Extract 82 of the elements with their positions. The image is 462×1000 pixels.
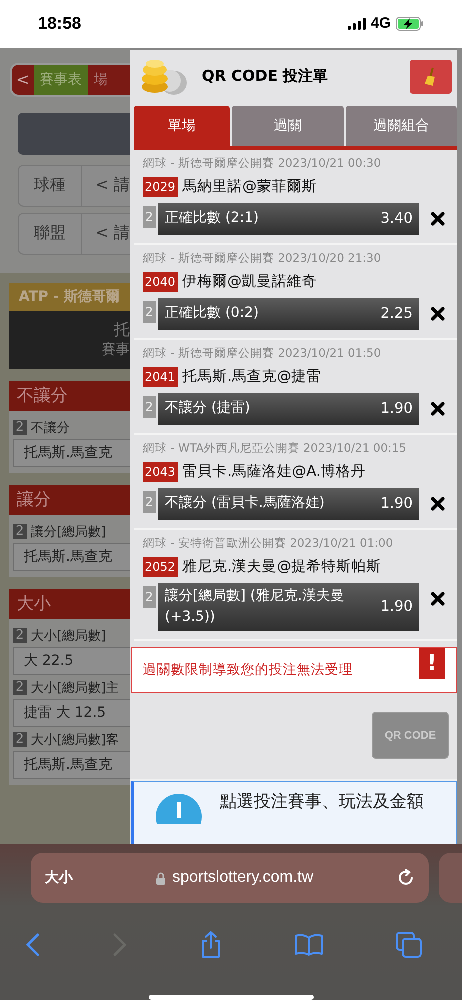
signal-icon xyxy=(348,18,366,30)
match-info: 網球 - 安特衛普歐洲公開賽 2023/10/21 01:00 xyxy=(143,535,394,552)
reload-icon[interactable] xyxy=(397,869,415,887)
share-icon[interactable] xyxy=(200,931,222,959)
number-tag: 2 xyxy=(143,300,156,323)
option-button[interactable]: 托馬斯.馬查克 xyxy=(13,542,130,571)
market-header: 大小 xyxy=(9,588,130,619)
info-icon xyxy=(156,794,202,824)
selection-label: 正確比數 (2:1) xyxy=(165,209,259,228)
number-tag: 2 xyxy=(13,732,27,748)
number-tag: 2 xyxy=(13,680,27,696)
selection-label: 正確比數 (0:2) xyxy=(165,304,259,324)
filter-select[interactable]: 球種 < 請 xyxy=(18,164,130,207)
battery-charging-icon xyxy=(396,16,424,31)
text-size-button[interactable]: 大小 xyxy=(45,869,73,887)
match-name: 托馬斯.馬查克@捷雷 xyxy=(182,368,322,386)
match-info: 網球 - WTA外西凡尼亞公開賽 2023/10/21 00:15 xyxy=(143,440,408,458)
match-code-badge: 2040 xyxy=(143,272,178,292)
status-time: 18:58 xyxy=(38,14,82,34)
close-icon[interactable] xyxy=(431,306,445,321)
match-name: 雅尼克.漢夫曼@提希特斯帕斯 xyxy=(182,558,382,576)
odds-value: 1.90 xyxy=(380,598,413,615)
bet-type-tab[interactable]: 過關 xyxy=(232,106,344,146)
match-info: 網球 - 斯德哥爾摩公開賽 2023/10/21 00:30 xyxy=(143,155,382,172)
url-text: sportslottery.com.tw xyxy=(172,869,314,887)
match-info: 網球 - 斯德哥爾摩公開賽 2023/10/20 21:30 xyxy=(143,250,382,268)
match-code-badge: 2052 xyxy=(143,556,178,577)
option-button[interactable]: 托馬斯.馬查克 xyxy=(13,438,130,467)
option-label: 不讓分 xyxy=(31,420,70,437)
bet-type-tab[interactable]: 過關組合 xyxy=(346,106,457,146)
error-badge: ! xyxy=(419,648,445,679)
match-name: 雷貝卡.馬薩洛娃@A.博格丹 xyxy=(182,463,366,482)
option-label: 大小[總局數]主 xyxy=(31,680,120,697)
number-tag: 2 xyxy=(143,586,156,608)
match-name: 伊梅爾@凱曼諾維奇 xyxy=(182,273,318,292)
option-label: 大小[總局數]客 xyxy=(31,732,120,749)
number-tag: 2 xyxy=(143,396,156,418)
selection-label: 不讓分 (捷雷) xyxy=(165,399,250,418)
number-tag: 2 xyxy=(143,206,156,228)
option-label: 大小[總局數] xyxy=(31,628,106,645)
number-tag: 2 xyxy=(143,490,156,513)
number-tag: 2 xyxy=(13,420,27,436)
bet-type-tab[interactable]: 單場 xyxy=(134,106,230,146)
match-code-badge: 2029 xyxy=(143,176,178,197)
odds-value: 1.90 xyxy=(380,400,413,417)
close-icon[interactable] xyxy=(431,496,445,511)
close-icon[interactable] xyxy=(431,402,445,416)
option-button[interactable]: 托馬斯.馬查克 xyxy=(13,750,130,779)
back-tab[interactable]: < xyxy=(12,64,34,95)
address-bar[interactable]: 大小 sportslottery.com.tw xyxy=(31,853,429,903)
close-icon[interactable] xyxy=(431,592,445,606)
number-tag: 2 xyxy=(13,628,27,644)
option-button[interactable]: 捷雷 大 12.5 xyxy=(13,698,130,727)
selection-label: 讓分[總局數] (雅尼克.漢夫曼 (+3.5)) xyxy=(165,586,346,627)
odds-value: 3.40 xyxy=(380,210,413,227)
odds-value: 1.90 xyxy=(380,496,413,512)
back-icon[interactable] xyxy=(26,933,40,957)
bookmarks-icon[interactable] xyxy=(295,934,323,956)
close-icon[interactable] xyxy=(431,212,445,226)
event-text: 托 xyxy=(114,320,130,342)
odds-value: 2.25 xyxy=(380,306,413,322)
tabs-icon[interactable] xyxy=(396,932,422,958)
number-tag: 2 xyxy=(13,524,27,540)
match-info: 網球 - 斯德哥爾摩公開賽 2023/10/21 01:50 xyxy=(143,345,382,362)
option-button[interactable]: 大 22.5 xyxy=(13,646,130,675)
selection-label: 不讓分 (雷貝卡.馬薩洛娃) xyxy=(165,494,325,514)
next-tab-bar[interactable] xyxy=(439,853,462,903)
clear-button[interactable] xyxy=(410,60,452,94)
market-header: 不讓分 xyxy=(9,380,130,411)
match-code-badge: 2041 xyxy=(143,366,178,387)
info-text: 點選投注賽事、玩法及金額 xyxy=(220,790,424,813)
event-text: 賽事 xyxy=(102,341,130,360)
filter-select[interactable]: 聯盟 < 請 xyxy=(18,212,130,255)
lock-icon xyxy=(156,872,166,884)
option-label: 讓分[總局數] xyxy=(31,524,106,541)
match-code-badge: 2043 xyxy=(143,462,178,482)
market-header: 讓分 xyxy=(9,484,130,515)
network-label: 4G xyxy=(370,15,391,32)
match-name: 馬納里諾@蒙菲爾斯 xyxy=(182,178,318,196)
error-text: 過關數限制導致您的投注無法受理 xyxy=(142,660,353,679)
panel-title: QR CODE 投注單 xyxy=(202,67,330,86)
event-title: ATP - 斯德哥爾 xyxy=(9,282,130,311)
